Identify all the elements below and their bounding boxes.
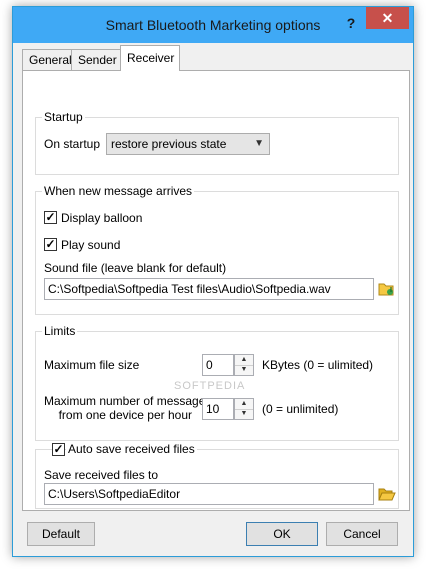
autosave-group: ✓ Auto save received files Save received… [35,442,399,509]
spin-down-icon[interactable]: ▼ [235,409,253,419]
ok-button[interactable]: OK [246,522,318,546]
autosave-checkbox[interactable]: ✓ [52,443,65,456]
max-messages-label-line1: Maximum number of messages [44,394,212,408]
open-folder-icon[interactable] [378,485,396,503]
play-sound-checkbox[interactable]: ✓ [44,238,57,251]
options-window: Smart Bluetooth Marketing options ? ✕ Ge… [12,6,414,557]
save-path-input[interactable]: C:\Users\SoftpediaEditor [44,483,374,505]
tab-sender[interactable]: Sender [71,49,121,70]
chevron-down-icon: ▼ [254,138,264,149]
max-file-size-unit: KBytes (0 = ulimited) [262,358,374,372]
startup-legend: Startup [42,110,85,124]
max-messages-note: (0 = unlimited) [262,402,339,416]
max-file-size-spinner[interactable]: ▲ ▼ [234,354,254,376]
on-startup-dropdown[interactable]: restore previous state ▼ [106,133,270,155]
default-button[interactable]: Default [27,522,95,546]
max-messages-label-line2: from one device per hour [58,408,192,422]
receiver-tab-panel: Startup On startup restore previous stat… [22,70,410,511]
on-startup-value: restore previous state [111,137,227,151]
max-messages-input[interactable]: 10 [202,398,234,420]
tab-general[interactable]: General [22,49,72,70]
tab-receiver[interactable]: Receiver [120,45,180,71]
save-path-label: Save received files to [44,468,159,482]
max-file-size-label: Maximum file size [44,358,140,372]
autosave-label: Auto save received files [66,442,197,456]
startup-group: Startup On startup restore previous stat… [35,110,399,175]
on-startup-label: On startup [44,137,101,151]
spin-down-icon[interactable]: ▼ [235,365,253,375]
limits-legend: Limits [42,324,78,338]
limits-group: Limits Maximum file size 0 ▲ ▼ KBytes (0… [35,324,399,441]
close-button[interactable]: ✕ [366,7,409,29]
help-button[interactable]: ? [339,13,363,33]
new-message-group: When new message arrives ✓ Display ballo… [35,184,399,315]
max-messages-spinner[interactable]: ▲ ▼ [234,398,254,420]
display-balloon-checkbox[interactable]: ✓ [44,211,57,224]
sound-file-input[interactable]: C:\Softpedia\Softpedia Test files\Audio\… [44,278,374,300]
softpedia-watermark: SOFTPEDIA [174,380,246,392]
cancel-button[interactable]: Cancel [326,522,398,546]
title-bar[interactable]: Smart Bluetooth Marketing options ? ✕ [13,7,413,43]
dialog-client: General Sender Receiver Startup On start… [14,43,412,556]
play-sound-label: Play sound [61,238,121,252]
new-message-legend: When new message arrives [42,184,195,198]
sound-file-label: Sound file (leave blank for default) [44,261,227,275]
sound-folder-icon[interactable] [378,280,396,298]
max-file-size-input[interactable]: 0 [202,354,234,376]
display-balloon-label: Display balloon [61,211,143,225]
